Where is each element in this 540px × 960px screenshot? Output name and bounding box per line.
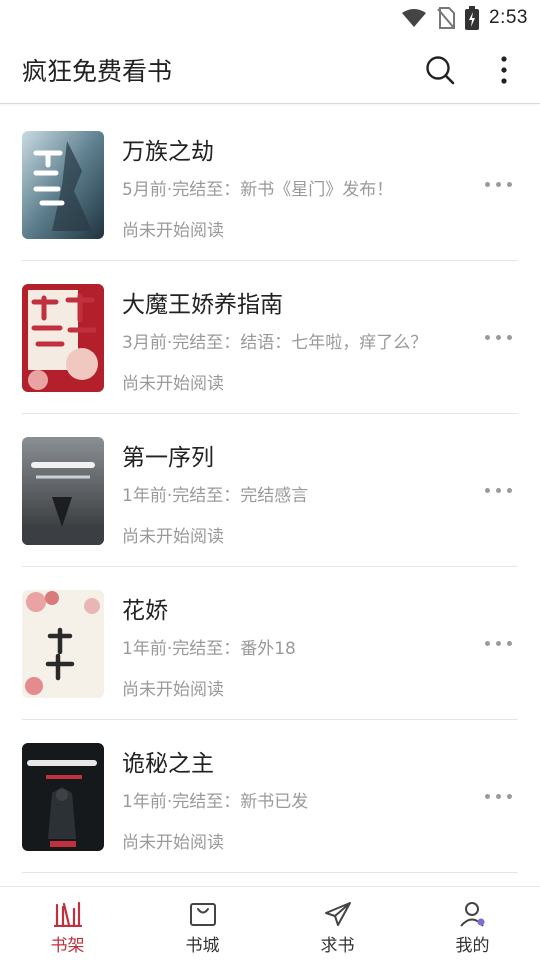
book-more-button[interactable] — [478, 784, 518, 808]
dot — [495, 487, 501, 493]
reading-progress: 尚未开始阅读 — [122, 833, 224, 853]
dot — [506, 334, 512, 340]
dot — [506, 181, 512, 187]
reading-progress: 尚未开始阅读 — [122, 527, 224, 547]
book-item[interactable]: 花娇 1年前·完结至：番外18 尚未开始阅读 — [22, 567, 518, 720]
book-update-info: 3月前·完结至：结语：七年啦，痒了么？ — [122, 333, 428, 353]
book-more-button[interactable] — [478, 478, 518, 502]
book-update-info: 1年前·完结至：番外18 — [122, 639, 296, 659]
overflow-menu-button[interactable] — [482, 48, 526, 92]
book-title: 大魔王娇养指南 — [122, 292, 283, 318]
book-item[interactable]: 大魔王娇养指南 3月前·完结至：结语：七年啦，痒了么？ 尚未开始阅读 — [22, 261, 518, 414]
more-vertical-icon — [501, 55, 507, 84]
nav-label: 求书 — [320, 936, 355, 956]
dot — [506, 640, 512, 646]
dot — [495, 334, 501, 340]
book-item[interactable]: 第一序列 1年前·完结至：完结感言 尚未开始阅读 — [22, 414, 518, 567]
dot — [484, 181, 490, 187]
book-title: 花娇 — [122, 598, 168, 624]
dot — [484, 334, 490, 340]
book-update-info: 1年前·完结至：新书已发 — [122, 792, 309, 812]
nav-label: 我的 — [455, 936, 490, 956]
status-time: 2:53 — [489, 7, 528, 28]
battery-charging-icon — [465, 6, 480, 30]
bookstore-icon — [189, 903, 216, 926]
book-more-button[interactable] — [478, 325, 518, 349]
book-update-info: 5月前·完结至：新书《星门》发布！ — [122, 180, 394, 200]
book-title: 第一序列 — [122, 445, 214, 471]
search-icon — [426, 55, 455, 84]
status-bar: 2:53 — [0, 0, 540, 36]
book-item[interactable]: 诡秘之主 1年前·完结至：新书已发 尚未开始阅读 — [22, 720, 518, 873]
book-title: 诡秘之主 — [122, 751, 214, 777]
search-button[interactable] — [418, 48, 462, 92]
nav-request-book[interactable]: 求书 — [270, 887, 405, 960]
nav-label: 书架 — [50, 936, 85, 956]
reading-progress: 尚未开始阅读 — [122, 374, 224, 394]
book-title: 万族之劫 — [122, 139, 214, 165]
paper-plane-icon — [324, 902, 351, 926]
dot — [506, 487, 512, 493]
dot — [495, 640, 501, 646]
dot — [484, 487, 490, 493]
nav-bookstore[interactable]: 书城 — [135, 887, 270, 960]
nav-bookshelf[interactable]: 书架 — [0, 887, 135, 960]
bottom-navigation: 书架 书城 求书 我的 — [0, 886, 540, 960]
book-more-button[interactable] — [478, 631, 518, 655]
no-sim-icon — [437, 7, 456, 29]
reading-progress: 尚未开始阅读 — [122, 680, 224, 700]
book-cover — [22, 437, 104, 545]
page-title: 疯狂免费看书 — [22, 56, 173, 86]
book-item[interactable]: 万族之劫 5月前·完结至：新书《星门》发布！ 尚未开始阅读 — [22, 108, 518, 261]
bookshelf-icon — [53, 901, 82, 927]
book-update-info: 1年前·完结至：完结感言 — [122, 486, 309, 506]
nav-label: 书城 — [185, 936, 220, 956]
book-cover — [22, 590, 104, 698]
book-cover — [22, 131, 104, 239]
bookshelf-list: 万族之劫 5月前·完结至：新书《星门》发布！ 尚未开始阅读 大魔王娇养指南 3月… — [22, 108, 518, 873]
dot — [495, 793, 501, 799]
book-more-button[interactable] — [478, 172, 518, 196]
dot — [495, 181, 501, 187]
reading-progress: 尚未开始阅读 — [122, 221, 224, 241]
dot — [484, 640, 490, 646]
dot — [484, 793, 490, 799]
book-cover — [22, 743, 104, 851]
wifi-icon — [401, 8, 427, 28]
dot — [506, 793, 512, 799]
app-bar: 疯狂免费看书 — [0, 36, 540, 104]
book-cover — [22, 284, 104, 392]
nav-profile[interactable]: 我的 — [405, 887, 540, 960]
profile-icon — [459, 902, 484, 927]
